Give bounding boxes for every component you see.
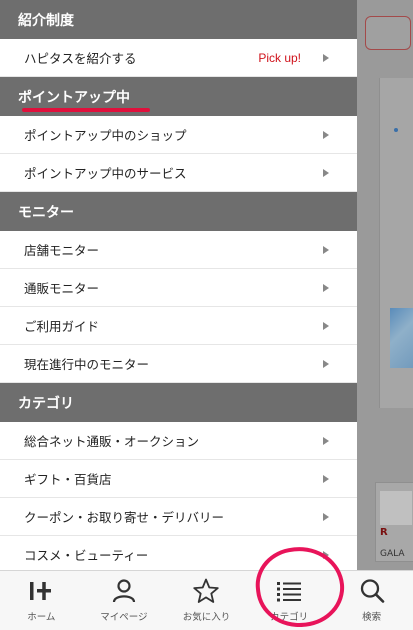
star-icon <box>193 578 220 603</box>
section-header-point-up: ポイントアップ中 <box>0 77 357 116</box>
thumbnail-text: GALA <box>380 549 405 559</box>
menu-item-ongoing-monitor[interactable]: 現在進行中のモニター <box>0 345 357 383</box>
menu-item-label: 店舗モニター <box>24 243 100 258</box>
menu-item-mail-order-monitor[interactable]: 通販モニター <box>0 269 357 307</box>
nav-tab-home[interactable]: ホーム <box>0 571 83 630</box>
section-title: モニター <box>18 204 74 221</box>
pickup-badge: Pick up! <box>258 50 301 65</box>
menu-item-coupon-delivery[interactable]: クーポン・お取り寄せ・デリバリー <box>0 498 357 536</box>
thumbnail-image <box>380 491 412 525</box>
home-icon <box>30 582 52 600</box>
chevron-right-icon <box>323 245 329 254</box>
chevron-right-icon <box>323 168 329 177</box>
person-icon <box>112 579 135 603</box>
nav-label: お気に入り <box>182 612 231 623</box>
thumbnail-mark: R <box>380 527 388 538</box>
section-title: 紹介制度 <box>18 12 74 29</box>
banner-image <box>390 308 413 368</box>
menu-item-label: ご利用ガイド <box>24 319 100 334</box>
menu-item-label: 通販モニター <box>24 281 100 296</box>
nav-label: 検索 <box>362 612 382 623</box>
chevron-right-icon <box>323 321 329 330</box>
nav-tab-favorites[interactable]: お気に入り <box>165 571 248 630</box>
menu-item-store-monitor[interactable]: 店舗モニター <box>0 231 357 269</box>
background-page: R GALA <box>357 0 413 570</box>
nav-label: マイページ <box>100 612 148 623</box>
section-header-referral: 紹介制度 <box>0 0 357 39</box>
menu-item-label: 総合ネット通販・オークション <box>24 434 200 449</box>
chevron-right-icon <box>323 130 329 139</box>
menu-item-label: 現在進行中のモニター <box>24 357 150 372</box>
menu-item-online-shopping[interactable]: 総合ネット通販・オークション <box>0 422 357 460</box>
side-drawer-menu: 紹介制度 ハピタスを紹介する Pick up! ポイントアップ中 ポイントアップ… <box>0 0 357 570</box>
menu-item-label: ギフト・百貨店 <box>24 472 112 487</box>
menu-item-refer-hapitas[interactable]: ハピタスを紹介する Pick up! <box>0 39 357 77</box>
chevron-right-icon <box>323 512 329 521</box>
menu-item-label: ハピタスを紹介する <box>24 51 137 66</box>
section-header-monitor: モニター <box>0 192 357 231</box>
chevron-right-icon <box>323 474 329 483</box>
bottom-navigation-bar: ホーム マイページ お気に入り カテゴリ 検索 <box>0 570 413 630</box>
section-title: カテゴリ <box>18 395 74 412</box>
annotation-underline <box>22 108 150 112</box>
background-search-box <box>365 16 411 50</box>
nav-tab-mypage[interactable]: マイページ <box>83 571 166 630</box>
menu-item-gift-department[interactable]: ギフト・百貨店 <box>0 460 357 498</box>
banner-dot <box>394 128 398 132</box>
menu-item-point-up-shops[interactable]: ポイントアップ中のショップ <box>0 116 357 154</box>
menu-item-usage-guide[interactable]: ご利用ガイド <box>0 307 357 345</box>
menu-item-label: ポイントアップ中のショップ <box>24 128 187 143</box>
search-icon <box>360 579 384 603</box>
menu-item-point-up-services[interactable]: ポイントアップ中のサービス <box>0 154 357 192</box>
menu-item-label: ポイントアップ中のサービス <box>24 166 187 181</box>
chevron-right-icon <box>323 53 329 62</box>
background-thumbnail: R GALA <box>375 482 413 562</box>
menu-item-label: クーポン・お取り寄せ・デリバリー <box>24 510 225 525</box>
background-banner <box>379 78 413 408</box>
chevron-right-icon <box>323 436 329 445</box>
section-title: ポイントアップ中 <box>18 89 130 106</box>
section-header-category: カテゴリ <box>0 383 357 422</box>
nav-label: ホーム <box>27 612 56 623</box>
chevron-right-icon <box>323 283 329 292</box>
chevron-right-icon <box>323 359 329 368</box>
